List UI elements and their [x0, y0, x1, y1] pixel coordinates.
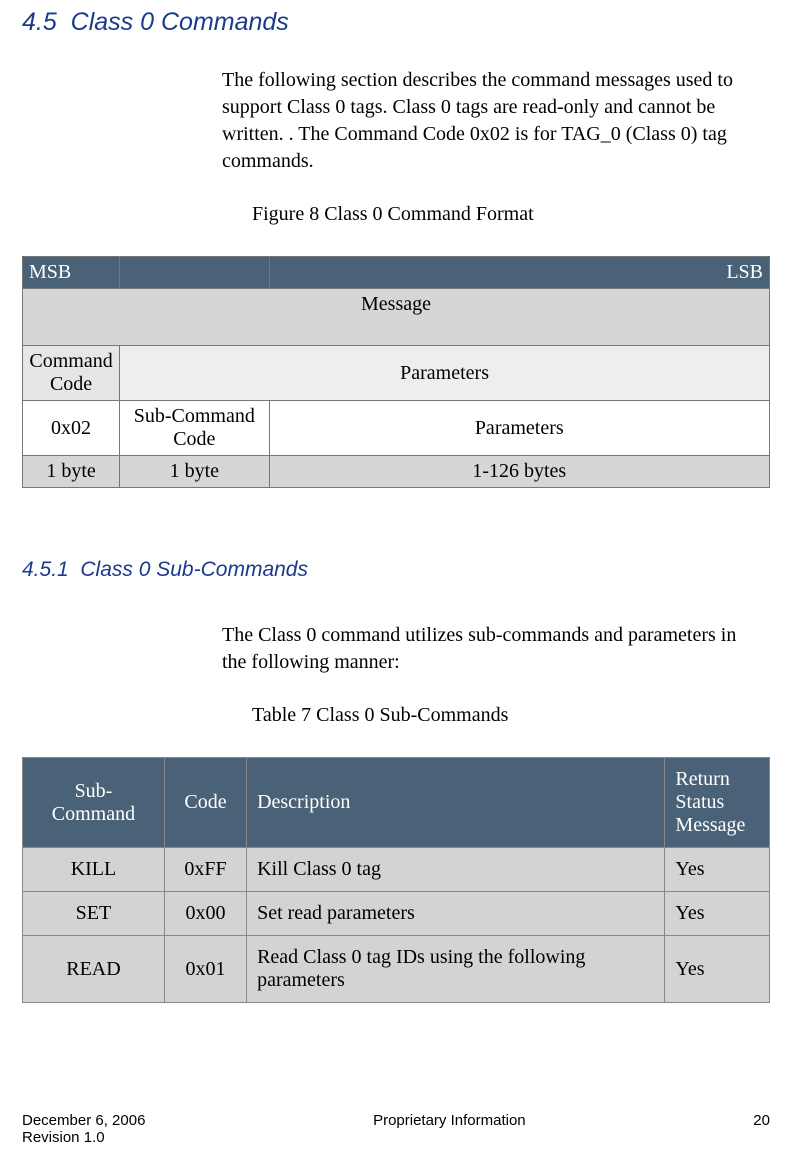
subsection-heading: 4.5.1 Class 0 Sub-Commands — [22, 558, 770, 582]
section-title-text: Class 0 Commands — [71, 8, 289, 36]
footer-revision: Revision 1.0 — [22, 1129, 770, 1146]
sub-commands-table: Sub-Command Code Description Return Stat… — [22, 757, 770, 1003]
table-row: SET 0x00 Set read parameters Yes — [23, 892, 770, 936]
table-row: MSB LSB — [23, 257, 770, 289]
command-format-table: MSB LSB Message Command Code Parameters … — [22, 256, 770, 488]
section-number: 4.5 — [22, 8, 57, 36]
bytes-cmd: 1 byte — [23, 456, 120, 488]
parameters-label: Parameters — [120, 346, 770, 401]
subsection-number: 4.5.1 — [22, 558, 69, 581]
section-heading: 4.5 Class 0 Commands — [22, 8, 770, 37]
table-row: Command Code Parameters — [23, 346, 770, 401]
cell-subcmd: KILL — [23, 848, 165, 892]
col-subcommand: Sub-Command — [23, 758, 165, 848]
cell-desc: Kill Class 0 tag — [247, 848, 665, 892]
table-row: 1 byte 1 byte 1-126 bytes — [23, 456, 770, 488]
cell-subcmd: READ — [23, 936, 165, 1003]
command-code-label: Command Code — [23, 346, 120, 401]
col-return: Return Status Message — [665, 758, 770, 848]
sub-command-code-label: Sub-Command Code — [120, 401, 269, 456]
cell-desc: Read Class 0 tag IDs using the following… — [247, 936, 665, 1003]
bytes-params: 1-126 bytes — [269, 456, 770, 488]
subsection-title-text: Class 0 Sub-Commands — [80, 558, 308, 581]
figure-caption: Figure 8 Class 0 Command Format — [252, 203, 770, 226]
table-header-row: Sub-Command Code Description Return Stat… — [23, 758, 770, 848]
cell-code: 0x00 — [164, 892, 246, 936]
col-description: Description — [247, 758, 665, 848]
subsection-intro: The Class 0 command utilizes sub-command… — [222, 622, 760, 676]
page-footer: December 6, 2006 Proprietary Information… — [22, 1112, 770, 1146]
footer-date: December 6, 2006 — [22, 1112, 145, 1129]
table-row: READ 0x01 Read Class 0 tag IDs using the… — [23, 936, 770, 1003]
header-spacer — [120, 257, 269, 289]
message-cell: Message — [23, 289, 770, 346]
cell-code: 0xFF — [164, 848, 246, 892]
cell-desc: Set read parameters — [247, 892, 665, 936]
footer-page: 20 — [753, 1112, 770, 1129]
table-row: Message — [23, 289, 770, 346]
parameters-label-2: Parameters — [269, 401, 770, 456]
cell-subcmd: SET — [23, 892, 165, 936]
col-code: Code — [164, 758, 246, 848]
cell-ret: Yes — [665, 848, 770, 892]
table-caption: Table 7 Class 0 Sub-Commands — [252, 704, 770, 727]
footer-center: Proprietary Information — [373, 1112, 526, 1129]
lsb-label: LSB — [269, 257, 770, 289]
cell-ret: Yes — [665, 936, 770, 1003]
command-code-value: 0x02 — [23, 401, 120, 456]
bytes-sub: 1 byte — [120, 456, 269, 488]
table-row: 0x02 Sub-Command Code Parameters — [23, 401, 770, 456]
section-intro: The following section describes the comm… — [222, 67, 760, 175]
msb-label: MSB — [23, 257, 120, 289]
cell-code: 0x01 — [164, 936, 246, 1003]
table-row: KILL 0xFF Kill Class 0 tag Yes — [23, 848, 770, 892]
cell-ret: Yes — [665, 892, 770, 936]
